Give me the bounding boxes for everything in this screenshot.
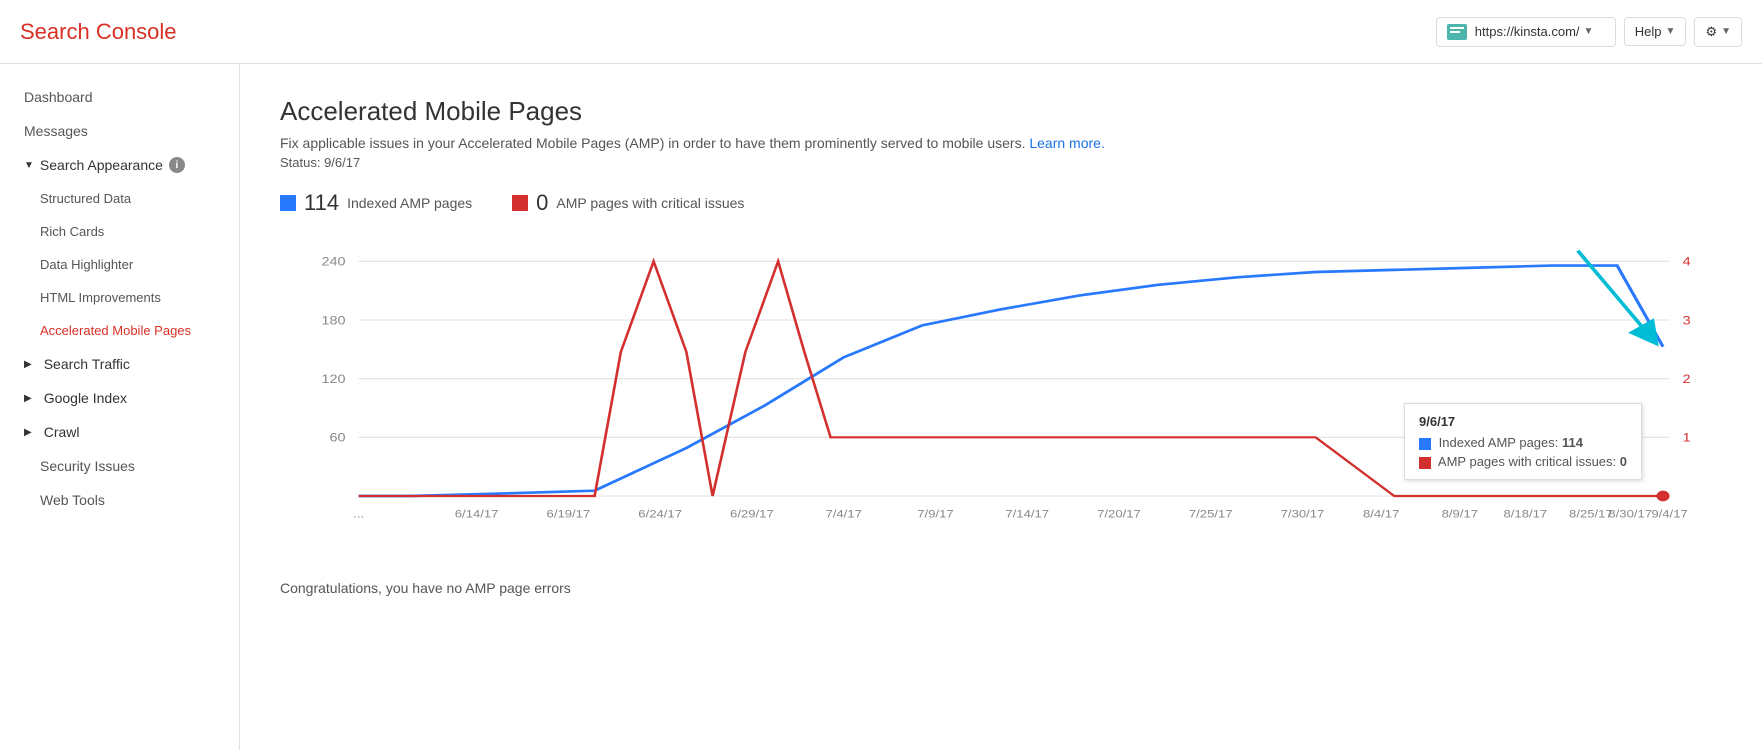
legend-critical: 0 AMP pages with critical issues [512, 190, 744, 216]
sidebar: Dashboard Messages ▼ Search Appearance i… [0, 64, 240, 750]
legend-blue-box [280, 195, 296, 211]
sidebar-item-messages[interactable]: Messages [0, 114, 239, 148]
sidebar-item-search-traffic[interactable]: ▶ Search Traffic [0, 347, 239, 381]
indexed-count: 114 [304, 190, 339, 216]
help-button[interactable]: Help ▼ [1624, 17, 1687, 46]
sidebar-item-web-tools[interactable]: Web Tools [0, 483, 239, 517]
svg-text:7/14/17: 7/14/17 [1005, 508, 1049, 520]
svg-text:...: ... [353, 508, 364, 520]
legend-red-box [512, 195, 528, 211]
learn-more-link[interactable]: Learn more. [1029, 135, 1104, 151]
svg-text:7/9/17: 7/9/17 [917, 508, 954, 520]
help-dropdown-arrow: ▼ [1666, 26, 1676, 37]
help-label: Help [1635, 24, 1662, 39]
arrow-icon: ▶ [24, 393, 32, 404]
chart-svg: 240 180 120 60 4 3 2 1 [280, 240, 1722, 560]
chart-tooltip: 9/6/17 Indexed AMP pages: 114 AMP pages … [1404, 403, 1642, 480]
svg-text:60: 60 [330, 431, 346, 444]
sidebar-item-html-improvements[interactable]: HTML Improvements [0, 281, 239, 314]
sidebar-item-data-highlighter[interactable]: Data Highlighter [0, 248, 239, 281]
svg-text:7/25/17: 7/25/17 [1189, 508, 1233, 520]
tooltip-indexed: Indexed AMP pages: 114 [1419, 435, 1627, 450]
sidebar-item-crawl[interactable]: ▶ Crawl [0, 415, 239, 449]
header-controls: https://kinsta.com/ ▼ Help ▼ ⚙ ▼ [1436, 17, 1742, 47]
svg-text:1: 1 [1683, 431, 1691, 444]
sidebar-item-structured-data[interactable]: Structured Data [0, 182, 239, 215]
indexed-label: Indexed AMP pages [347, 195, 472, 211]
tooltip-critical: AMP pages with critical issues: 0 [1419, 454, 1627, 469]
svg-text:8/9/17: 8/9/17 [1442, 508, 1479, 520]
svg-text:7/4/17: 7/4/17 [825, 508, 862, 520]
legend-indexed: 114 Indexed AMP pages [280, 190, 472, 216]
svg-text:8/25/17: 8/25/17 [1569, 508, 1613, 520]
svg-text:6/29/17: 6/29/17 [730, 508, 774, 520]
sidebar-section-search-appearance[interactable]: ▼ Search Appearance i [0, 148, 239, 182]
arrow-icon: ▼ [24, 160, 34, 171]
chart-legend: 114 Indexed AMP pages 0 AMP pages with c… [280, 190, 1722, 216]
sidebar-item-amp[interactable]: Accelerated Mobile Pages [0, 314, 239, 347]
svg-text:2: 2 [1683, 372, 1691, 385]
app-title: Search Console [20, 19, 177, 45]
svg-text:8/18/17: 8/18/17 [1504, 508, 1548, 520]
site-dropdown-arrow: ▼ [1584, 26, 1594, 37]
status-line: Status: 9/6/17 [280, 155, 1722, 170]
sidebar-item-google-index[interactable]: ▶ Google Index [0, 381, 239, 415]
arrow-icon: ▶ [24, 359, 32, 370]
svg-text:9/4/17: 9/4/17 [1651, 508, 1688, 520]
gear-icon: ⚙ [1705, 24, 1717, 40]
page-title: Accelerated Mobile Pages [280, 96, 1722, 127]
svg-text:8/4/17: 8/4/17 [1363, 508, 1400, 520]
sidebar-item-rich-cards[interactable]: Rich Cards [0, 215, 239, 248]
info-icon: i [169, 157, 185, 173]
success-message: Congratulations, you have no AMP page er… [280, 580, 1722, 596]
svg-text:240: 240 [322, 255, 346, 268]
chart-container: 240 180 120 60 4 3 2 1 [280, 240, 1722, 560]
svg-text:3: 3 [1683, 314, 1691, 327]
site-icon [1447, 24, 1467, 40]
critical-label: AMP pages with critical issues [556, 195, 744, 211]
header: Search Console https://kinsta.com/ ▼ Hel… [0, 0, 1762, 64]
svg-text:6/14/17: 6/14/17 [455, 508, 499, 520]
site-url: https://kinsta.com/ [1475, 24, 1580, 39]
svg-text:7/30/17: 7/30/17 [1281, 508, 1325, 520]
svg-text:180: 180 [322, 314, 346, 327]
arrow-icon: ▶ [24, 427, 32, 438]
sidebar-item-security-issues[interactable]: Security Issues [0, 449, 239, 483]
layout: Dashboard Messages ▼ Search Appearance i… [0, 64, 1762, 750]
svg-text:4: 4 [1683, 255, 1691, 268]
settings-dropdown-arrow: ▼ [1721, 26, 1731, 37]
svg-text:6/19/17: 6/19/17 [547, 508, 591, 520]
sidebar-item-dashboard[interactable]: Dashboard [0, 80, 239, 114]
tooltip-date: 9/6/17 [1419, 414, 1627, 429]
svg-text:120: 120 [322, 372, 346, 385]
main-content: Accelerated Mobile Pages Fix applicable … [240, 64, 1762, 750]
svg-text:6/24/17: 6/24/17 [638, 508, 682, 520]
site-selector[interactable]: https://kinsta.com/ ▼ [1436, 17, 1616, 47]
svg-text:8/30/17: 8/30/17 [1608, 508, 1652, 520]
settings-button[interactable]: ⚙ ▼ [1694, 17, 1742, 47]
critical-count: 0 [536, 190, 548, 216]
svg-text:7/20/17: 7/20/17 [1097, 508, 1141, 520]
page-description: Fix applicable issues in your Accelerate… [280, 135, 1722, 151]
